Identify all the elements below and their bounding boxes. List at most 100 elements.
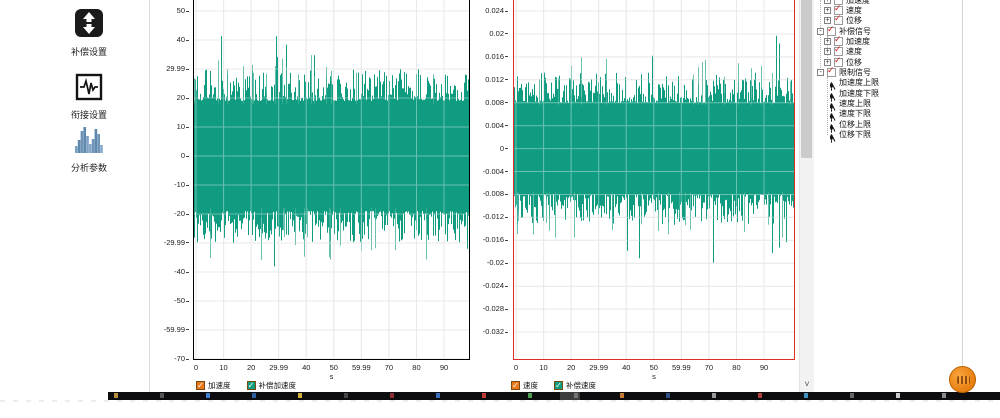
- taskbar-icon[interactable]: [252, 393, 256, 398]
- legend-checkbox[interactable]: ✓: [511, 381, 520, 390]
- tree-item[interactable]: -✓限制信号: [817, 67, 871, 77]
- x-axis-tick-label: 20: [558, 363, 584, 372]
- tree-item[interactable]: 速度下限: [828, 109, 871, 119]
- taskbar-icon[interactable]: [206, 393, 210, 398]
- y-tick-mark: [505, 171, 508, 172]
- taskbar-icon[interactable]: [528, 393, 532, 398]
- taskbar-icon[interactable]: [574, 393, 578, 398]
- tree-item[interactable]: 位移下限: [828, 130, 871, 140]
- checkmark-icon: ✓: [834, 55, 842, 66]
- y-tick-mark: [505, 33, 508, 34]
- legend-checkbox[interactable]: ✓: [247, 381, 256, 390]
- taskbar-icon[interactable]: [758, 393, 762, 398]
- tree-item[interactable]: 加速度上限: [828, 78, 879, 88]
- legend-checkbox[interactable]: ✓: [554, 381, 563, 390]
- taskbar-icon[interactable]: [896, 393, 900, 398]
- y-axis-tick-label: 0: [149, 152, 189, 160]
- taskbar-icon[interactable]: [298, 393, 302, 398]
- y-tick-mark: [505, 263, 508, 264]
- tree-item[interactable]: 加速度下限: [828, 88, 879, 98]
- legend-item[interactable]: ✓补偿加速度: [247, 380, 297, 391]
- collapse-icon[interactable]: -: [817, 28, 824, 35]
- signal-icon: [828, 99, 836, 108]
- y-axis-tick-label: -0.008: [468, 190, 508, 198]
- y-axis-tick-label: 0.004: [468, 122, 508, 130]
- tree-item-label: 补偿信号: [839, 26, 871, 37]
- scrollbar[interactable]: ˅: [799, 0, 814, 392]
- tree-item[interactable]: +✓速度: [824, 5, 862, 15]
- tree-item[interactable]: -✓ 补偿信号: [817, 26, 871, 36]
- y-axis-tick-label: -0.024: [468, 282, 508, 290]
- checkbox[interactable]: ✓: [827, 68, 836, 77]
- sidebar-item-2[interactable]: 衔接设置: [58, 73, 120, 121]
- sidebar-item-3[interactable]: 分析参数: [58, 126, 120, 174]
- expand-icon[interactable]: +: [824, 7, 831, 14]
- link-settings-icon: [75, 73, 103, 106]
- taskbar-icon[interactable]: [942, 393, 946, 398]
- y-axis-tick-label: -0.012: [468, 213, 508, 221]
- legend-item[interactable]: ✓补偿速度: [554, 380, 596, 391]
- signal-icon: [828, 78, 836, 87]
- taskbar-icon[interactable]: [482, 393, 486, 398]
- y-axis-tick-label: -29.99: [149, 239, 189, 247]
- scrollbar-down-button[interactable]: ˅: [800, 378, 814, 392]
- x-axis-tick-label: 0: [183, 363, 209, 372]
- signal-icon: [828, 89, 836, 98]
- taskbar-icon[interactable]: [620, 393, 624, 398]
- tree-item[interactable]: +✓速度: [824, 47, 862, 57]
- taskbar-icon[interactable]: [160, 393, 164, 398]
- x-axis-tick-label: 10: [211, 363, 237, 372]
- taskbar-icon[interactable]: [804, 393, 808, 398]
- tree-item[interactable]: 速度上限: [828, 99, 871, 109]
- y-tick-mark: [186, 272, 189, 273]
- x-axis-tick-label: 40: [293, 363, 319, 372]
- sidebar-item-1[interactable]: 补偿设置: [58, 8, 120, 58]
- y-tick-mark: [186, 359, 189, 360]
- taskbar-icon[interactable]: [712, 393, 716, 398]
- expand-icon[interactable]: +: [824, 0, 831, 4]
- checkbox[interactable]: ✓: [834, 58, 843, 67]
- tree-item[interactable]: 位移上限: [828, 119, 871, 129]
- y-tick-mark: [186, 127, 189, 128]
- checkbox[interactable]: ✓: [834, 16, 843, 25]
- y-axis-tick-label: 0.024: [468, 7, 508, 15]
- legend-label: 补偿加速度: [259, 380, 297, 391]
- taskbar-edge-speckles: [0, 400, 1000, 402]
- legend-item[interactable]: ✓速度: [511, 380, 538, 391]
- checkmark-icon: ✓: [834, 13, 842, 24]
- signal-icon: [828, 120, 836, 129]
- y-tick-mark: [505, 56, 508, 57]
- y-axis-tick-label: 0: [468, 145, 508, 153]
- tree-item-label: 加速度下限: [839, 88, 879, 99]
- scrollbar-thumb[interactable]: [801, 0, 812, 158]
- y-axis-tick-label: 40: [149, 36, 189, 44]
- signal-plot: [513, 0, 795, 360]
- x-axis-unit-label: s: [644, 372, 664, 381]
- checkmark-icon: ✓: [827, 24, 835, 35]
- tree-item-label: 加速度: [846, 36, 870, 47]
- taskbar-icon[interactable]: [390, 393, 394, 398]
- taskbar[interactable]: [108, 392, 1000, 400]
- taskbar-icon[interactable]: [850, 393, 854, 398]
- collapse-icon[interactable]: -: [817, 69, 824, 76]
- tree-item[interactable]: +✓加速度: [824, 36, 870, 46]
- y-axis-tick-label: 0.008: [468, 99, 508, 107]
- legend-checkbox[interactable]: ✓: [196, 381, 205, 390]
- taskbar-icon[interactable]: [114, 393, 118, 398]
- y-axis-tick-label: 0.016: [468, 53, 508, 61]
- x-axis-tick-label: 80: [723, 363, 749, 372]
- taskbar-icon[interactable]: [344, 393, 348, 398]
- y-tick-mark: [186, 301, 189, 302]
- taskbar-icon[interactable]: [666, 393, 670, 398]
- y-axis-tick-label: 10: [149, 123, 189, 131]
- expand-icon[interactable]: +: [824, 48, 831, 55]
- x-axis-tick-label: 20: [238, 363, 264, 372]
- y-axis-tick-label: 29.99: [149, 65, 189, 73]
- x-axis-tick-label: 59.99: [348, 363, 374, 372]
- signal-icon: [828, 109, 836, 118]
- y-tick-mark: [186, 11, 189, 12]
- legend-item[interactable]: ✓加速度: [196, 380, 231, 391]
- taskbar-icon[interactable]: [436, 393, 440, 398]
- expand-icon[interactable]: +: [824, 38, 831, 45]
- floating-logo-badge[interactable]: [949, 366, 976, 393]
